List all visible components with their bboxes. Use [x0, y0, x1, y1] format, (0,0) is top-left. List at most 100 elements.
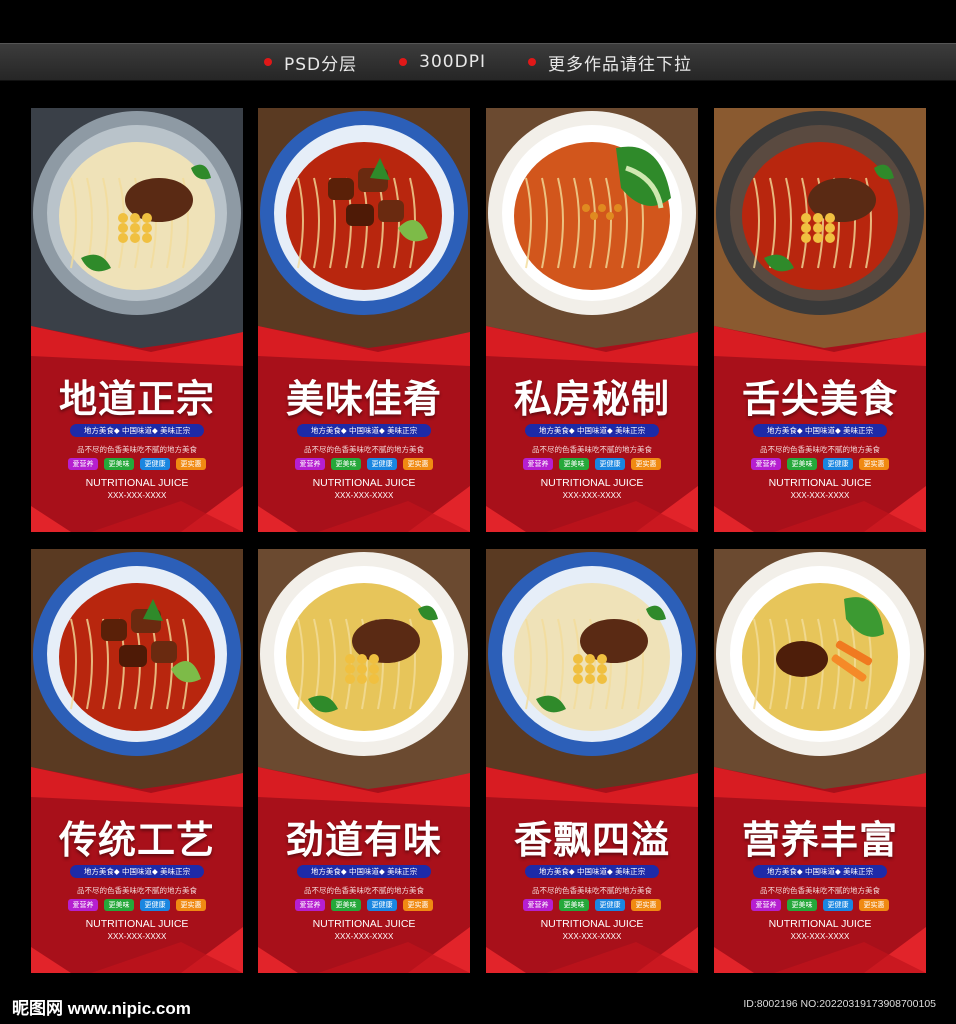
header-item-label: PSD分层	[284, 54, 358, 75]
feature-tag: 更实惠	[403, 458, 433, 470]
feature-tag: 爱营养	[295, 458, 325, 470]
poster-title: 地道正宗	[58, 377, 215, 421]
subtitle-pill: 地方美食◆ 中国味道◆ 美味正宗	[297, 424, 431, 437]
feature-tag: 更美味	[331, 899, 361, 911]
english-caption: NUTRITIONAL JUICE	[540, 918, 644, 930]
poster-title: 私房秘制	[513, 377, 670, 421]
feature-tag: 更实惠	[176, 458, 206, 470]
tag-row: 爱营养 更美味 更健康 更实惠	[714, 899, 926, 911]
poster-title: 劲道有味	[285, 818, 442, 862]
feature-tag: 更健康	[367, 899, 397, 911]
poster-card[interactable]: 美味佳肴 地方美食◆ 中国味道◆ 美味正宗 品不尽的色香美味吃不腻的地方美食 爱…	[258, 108, 470, 532]
feature-tag: 更实惠	[631, 899, 661, 911]
poster-card[interactable]: 传统工艺 地方美食◆ 中国味道◆ 美味正宗 品不尽的色香美味吃不腻的地方美食 爱…	[31, 549, 243, 973]
subtitle-pill: 地方美食◆ 中国味道◆ 美味正宗	[753, 865, 887, 878]
header-item-label: 300DPI	[419, 52, 486, 72]
feature-tag: 更健康	[823, 899, 853, 911]
feature-tag: 爱营养	[751, 899, 781, 911]
image-id-text: ID:8002196 NO:20220319173908700105	[743, 998, 936, 1010]
feature-tag: 更健康	[367, 458, 397, 470]
poster-title: 营养丰富	[741, 818, 898, 862]
poster-card[interactable]: 香飘四溢 地方美食◆ 中国味道◆ 美味正宗 品不尽的色香美味吃不腻的地方美食 爱…	[486, 549, 698, 973]
header-item-more: 更多作品请往下拉	[527, 50, 692, 75]
slogan-text: 品不尽的色香美味吃不腻的地方美食	[77, 886, 197, 895]
slogan-text: 品不尽的色香美味吃不腻的地方美食	[304, 445, 424, 454]
poster-card[interactable]: 私房秘制 地方美食◆ 中国味道◆ 美味正宗 品不尽的色香美味吃不腻的地方美食 爱…	[486, 108, 698, 532]
english-caption: NUTRITIONAL JUICE	[540, 477, 644, 489]
feature-tag: 更实惠	[859, 458, 889, 470]
noodle-photo	[258, 549, 470, 799]
tag-row: 爱营养 更美味 更健康 更实惠	[31, 899, 243, 911]
site-logo[interactable]: 昵图网 www.nipic.com	[12, 994, 191, 1019]
feature-tag: 更美味	[787, 899, 817, 911]
english-caption: NUTRITIONAL JUICE	[312, 918, 416, 930]
english-caption: NUTRITIONAL JUICE	[85, 477, 189, 489]
slogan-text: 品不尽的色香美味吃不腻的地方美食	[532, 886, 652, 895]
phone-number: XXX-XXX-XXXX	[790, 491, 850, 500]
slogan-text: 品不尽的色香美味吃不腻的地方美食	[760, 445, 880, 454]
feature-tag: 更美味	[104, 458, 134, 470]
feature-tag: 更健康	[140, 899, 170, 911]
poster-card[interactable]: 舌尖美食 地方美食◆ 中国味道◆ 美味正宗 品不尽的色香美味吃不腻的地方美食 爱…	[714, 108, 926, 532]
top-info-bar: PSD分层 300DPI 更多作品请往下拉	[0, 43, 956, 81]
feature-tag: 更美味	[559, 899, 589, 911]
phone-number: XXX-XXX-XXXX	[107, 932, 167, 941]
subtitle-pill: 地方美食◆ 中国味道◆ 美味正宗	[70, 865, 204, 878]
poster-card[interactable]: 劲道有味 地方美食◆ 中国味道◆ 美味正宗 品不尽的色香美味吃不腻的地方美食 爱…	[258, 549, 470, 973]
subtitle-pill: 地方美食◆ 中国味道◆ 美味正宗	[70, 424, 204, 437]
feature-tag: 更健康	[140, 458, 170, 470]
poster-card[interactable]: 营养丰富 地方美食◆ 中国味道◆ 美味正宗 品不尽的色香美味吃不腻的地方美食 爱…	[714, 549, 926, 973]
feature-tag: 爱营养	[68, 458, 98, 470]
bullet-dot-icon	[399, 58, 408, 66]
feature-tag: 更美味	[559, 458, 589, 470]
phone-number: XXX-XXX-XXXX	[107, 491, 167, 500]
slogan-text: 品不尽的色香美味吃不腻的地方美食	[304, 886, 424, 895]
poster-title: 美味佳肴	[285, 377, 442, 421]
phone-number: XXX-XXX-XXXX	[334, 491, 394, 500]
tag-row: 爱营养 更美味 更健康 更实惠	[258, 458, 470, 470]
feature-tag: 爱营养	[68, 899, 98, 911]
noodle-photo	[486, 549, 698, 799]
feature-tag: 更实惠	[176, 899, 206, 911]
noodle-photo	[714, 549, 926, 799]
noodle-photo	[714, 108, 926, 358]
feature-tag: 更美味	[331, 458, 361, 470]
noodle-photo	[31, 108, 243, 358]
feature-tag: 爱营养	[295, 899, 325, 911]
poster-card[interactable]: 地道正宗 地方美食◆ 中国味道◆ 美味正宗 品不尽的色香美味吃不腻的地方美食 爱…	[31, 108, 243, 532]
tag-row: 爱营养 更美味 更健康 更实惠	[486, 899, 698, 911]
header-item-label: 更多作品请往下拉	[547, 54, 692, 75]
noodle-photo	[31, 549, 243, 799]
feature-tag: 更健康	[823, 458, 853, 470]
english-caption: NUTRITIONAL JUICE	[768, 477, 872, 489]
noodle-photo	[486, 108, 698, 358]
feature-tag: 更实惠	[859, 899, 889, 911]
subtitle-pill: 地方美食◆ 中国味道◆ 美味正宗	[753, 424, 887, 437]
feature-tag: 更美味	[787, 458, 817, 470]
slogan-text: 品不尽的色香美味吃不腻的地方美食	[760, 886, 880, 895]
noodle-photo	[258, 108, 470, 358]
subtitle-pill: 地方美食◆ 中国味道◆ 美味正宗	[525, 424, 659, 437]
subtitle-pill: 地方美食◆ 中国味道◆ 美味正宗	[297, 865, 431, 878]
feature-tag: 爱营养	[751, 458, 781, 470]
feature-tag: 更实惠	[403, 899, 433, 911]
english-caption: NUTRITIONAL JUICE	[312, 477, 416, 489]
header-item-layers: PSD分层	[264, 50, 357, 75]
tag-row: 爱营养 更美味 更健康 更实惠	[31, 458, 243, 470]
bullet-dot-icon	[527, 58, 536, 66]
phone-number: XXX-XXX-XXXX	[334, 932, 394, 941]
feature-tag: 更实惠	[631, 458, 661, 470]
poster-title: 舌尖美食	[741, 377, 898, 421]
tag-row: 爱营养 更美味 更健康 更实惠	[486, 458, 698, 470]
subtitle-pill: 地方美食◆ 中国味道◆ 美味正宗	[525, 865, 659, 878]
phone-number: XXX-XXX-XXXX	[562, 491, 622, 500]
header-item-dpi: 300DPI	[399, 52, 486, 72]
feature-tag: 更健康	[595, 458, 625, 470]
feature-tag: 爱营养	[523, 899, 553, 911]
english-caption: NUTRITIONAL JUICE	[768, 918, 872, 930]
feature-tag: 爱营养	[523, 458, 553, 470]
poster-title: 香飘四溢	[513, 818, 670, 862]
feature-tag: 更健康	[595, 899, 625, 911]
phone-number: XXX-XXX-XXXX	[790, 932, 850, 941]
slogan-text: 品不尽的色香美味吃不腻的地方美食	[77, 445, 197, 454]
